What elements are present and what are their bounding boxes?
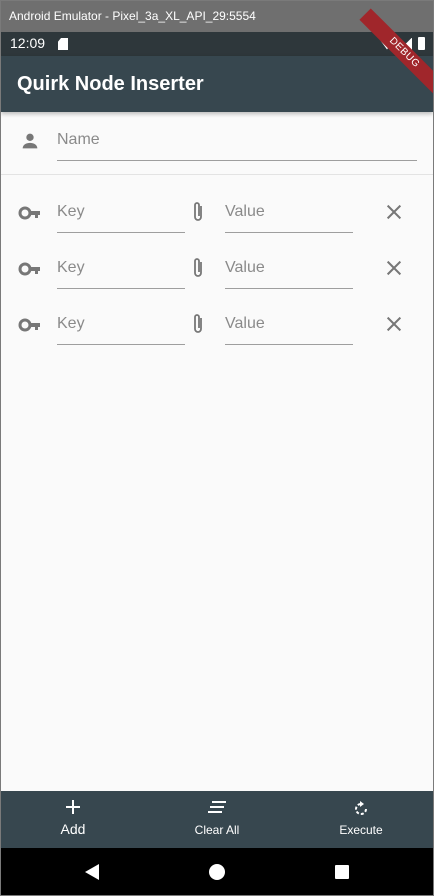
- value-field[interactable]: Value: [225, 259, 353, 289]
- battery-icon: [418, 37, 425, 50]
- kv-row: Key Value: [1, 297, 433, 353]
- key-icon: [18, 201, 42, 225]
- key-field[interactable]: Key: [57, 203, 185, 233]
- value-field[interactable]: Value: [225, 203, 353, 233]
- person-icon: [18, 129, 42, 153]
- key-field[interactable]: Key: [57, 315, 185, 345]
- bottom-action-bar: Add Clear All Execute: [1, 791, 433, 848]
- paperclip-icon: [186, 311, 210, 337]
- key-icon: [18, 257, 42, 281]
- kv-row: Key Value: [1, 185, 433, 241]
- close-icon[interactable]: [382, 312, 406, 336]
- close-icon[interactable]: [382, 256, 406, 280]
- app-bar: Quirk Node Inserter: [1, 56, 433, 112]
- clear-all-icon: [167, 791, 267, 819]
- value-placeholder: Value: [225, 203, 265, 220]
- clear-all-label: Clear All: [194, 823, 240, 837]
- key-icon: [18, 313, 42, 337]
- add-button[interactable]: Add: [23, 791, 123, 848]
- key-placeholder: Key: [57, 203, 85, 220]
- value-placeholder: Value: [225, 259, 265, 276]
- back-icon[interactable]: [85, 864, 99, 880]
- recent-apps-icon[interactable]: [335, 865, 349, 879]
- value-placeholder: Value: [225, 315, 265, 332]
- clear-all-button[interactable]: Clear All: [167, 791, 267, 848]
- paperclip-icon: [186, 199, 210, 225]
- name-row: Name: [1, 113, 433, 175]
- sd-card-icon: [58, 38, 68, 50]
- status-time: 12:09: [10, 35, 46, 51]
- add-label: Add: [60, 821, 86, 837]
- name-field[interactable]: Name: [57, 131, 417, 161]
- name-placeholder: Name: [57, 131, 100, 148]
- system-nav-bar: [1, 848, 433, 895]
- execute-label: Execute: [339, 823, 383, 837]
- kv-row: Key Value: [1, 241, 433, 297]
- home-icon[interactable]: [209, 864, 225, 880]
- emulator-frame: Android Emulator - Pixel_3a_XL_API_29:55…: [0, 0, 434, 896]
- key-placeholder: Key: [57, 315, 85, 332]
- paperclip-icon: [186, 255, 210, 281]
- key-placeholder: Key: [57, 259, 85, 276]
- app-title: Quirk Node Inserter: [17, 73, 204, 95]
- key-field[interactable]: Key: [57, 259, 185, 289]
- value-field[interactable]: Value: [225, 315, 353, 345]
- close-icon[interactable]: [382, 200, 406, 224]
- plus-icon: [23, 791, 123, 819]
- status-bar: 12:09: [1, 32, 433, 56]
- execute-button[interactable]: Execute: [311, 791, 411, 848]
- refresh-icon: [311, 791, 411, 819]
